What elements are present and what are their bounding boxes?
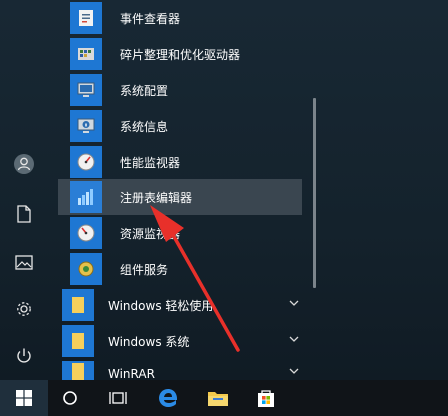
app-item-system-info[interactable]: 系统信息 bbox=[58, 108, 302, 144]
cortana-search-icon bbox=[63, 391, 77, 405]
app-label: 资源监视器 bbox=[120, 226, 181, 241]
folder-icon bbox=[62, 361, 94, 380]
task-view-icon bbox=[109, 392, 127, 404]
folder-icon bbox=[62, 289, 94, 321]
search-button[interactable] bbox=[48, 380, 92, 416]
app-item-component-services[interactable]: 组件服务 bbox=[58, 251, 302, 287]
folder-windows-system[interactable]: Windows 系统 bbox=[58, 323, 302, 359]
component-services-icon bbox=[70, 253, 102, 285]
app-label: 注册表编辑器 bbox=[120, 190, 193, 205]
edge-icon bbox=[159, 389, 178, 407]
chevron-down-icon bbox=[289, 336, 299, 342]
windows-start-icon bbox=[16, 390, 32, 406]
taskbar bbox=[0, 380, 448, 416]
folder-winrar[interactable]: WinRAR bbox=[58, 359, 302, 380]
folder-icon bbox=[62, 325, 94, 357]
user-account-button[interactable] bbox=[0, 142, 48, 186]
app-item-defrag[interactable]: 碎片整理和优化驱动器 bbox=[58, 36, 302, 72]
app-label: 事件查看器 bbox=[120, 11, 181, 26]
system-info-icon bbox=[70, 110, 102, 142]
registry-editor-icon bbox=[70, 181, 102, 213]
power-button[interactable] bbox=[0, 334, 48, 378]
app-label: 系统信息 bbox=[120, 119, 169, 134]
file-explorer-button[interactable] bbox=[196, 380, 240, 416]
folder-label: WinRAR bbox=[108, 367, 155, 380]
start-menu: 事件查看器 碎片整理和优化驱动器 系统配置 系统信息 性能监视器 注册表编辑器 … bbox=[0, 0, 448, 380]
event-viewer-icon bbox=[70, 2, 102, 34]
start-menu-rail bbox=[0, 0, 48, 380]
system-config-icon bbox=[70, 74, 102, 106]
document-icon bbox=[17, 205, 31, 223]
defrag-icon bbox=[70, 38, 102, 70]
app-item-event-viewer[interactable]: 事件查看器 bbox=[58, 0, 302, 36]
app-item-resource-monitor[interactable]: 资源监视器 bbox=[58, 215, 302, 251]
power-icon bbox=[17, 348, 31, 363]
file-explorer-icon bbox=[208, 392, 228, 406]
chevron-down-icon bbox=[289, 368, 299, 374]
performance-monitor-icon bbox=[70, 146, 102, 178]
store-button[interactable] bbox=[244, 380, 288, 416]
settings-button[interactable] bbox=[0, 287, 48, 331]
settings-icon bbox=[17, 302, 31, 316]
app-list-scrollbar[interactable] bbox=[313, 98, 316, 288]
app-label: 碎片整理和优化驱动器 bbox=[120, 47, 241, 62]
app-item-registry-editor[interactable]: 注册表编辑器 bbox=[58, 179, 302, 215]
start-button[interactable] bbox=[0, 380, 48, 416]
edge-button[interactable] bbox=[146, 380, 190, 416]
user-avatar-icon bbox=[14, 154, 34, 174]
pictures-icon bbox=[15, 254, 33, 270]
app-item-performance-monitor[interactable]: 性能监视器 bbox=[58, 144, 302, 180]
store-icon bbox=[258, 390, 274, 407]
app-item-system-config[interactable]: 系统配置 bbox=[58, 72, 302, 108]
app-label: 系统配置 bbox=[120, 83, 169, 98]
chevron-down-icon bbox=[289, 300, 299, 306]
documents-button[interactable] bbox=[0, 192, 48, 236]
folder-label: Windows 系统 bbox=[108, 334, 190, 349]
app-label: 性能监视器 bbox=[120, 155, 181, 170]
app-label: 组件服务 bbox=[120, 262, 169, 277]
pictures-button[interactable] bbox=[0, 240, 48, 284]
task-view-button[interactable] bbox=[96, 380, 140, 416]
folder-windows-ease-of-access[interactable]: Windows 轻松使用 bbox=[58, 287, 302, 323]
folder-label: Windows 轻松使用 bbox=[108, 298, 214, 313]
resource-monitor-icon bbox=[70, 217, 102, 249]
app-list: 事件查看器 碎片整理和优化驱动器 系统配置 系统信息 性能监视器 注册表编辑器 … bbox=[48, 0, 310, 380]
